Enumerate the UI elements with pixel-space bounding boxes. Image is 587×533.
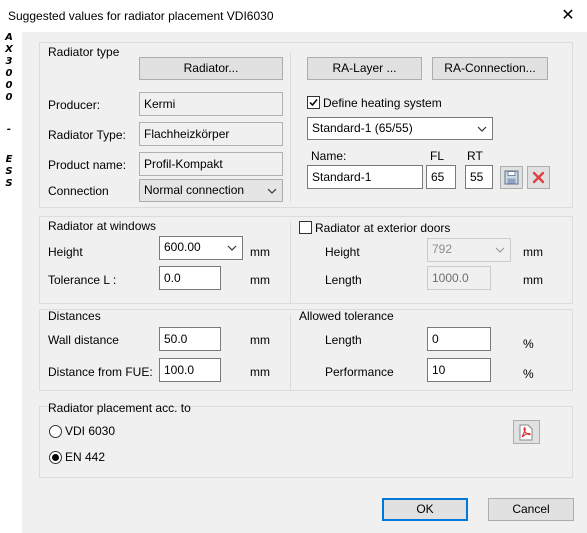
window-title: Suggested values for radiator placement … [8, 9, 274, 23]
heating-system-value: Standard-1 (65/55) [312, 121, 413, 135]
en442-radio[interactable] [49, 451, 62, 464]
radio-selected-dot [52, 454, 59, 461]
rt-label: RT [467, 149, 483, 163]
doors-height-value: 792 [432, 242, 453, 256]
pdf-button[interactable] [513, 420, 540, 444]
product-name-label: Product name: [48, 158, 127, 172]
windows-height-value: 600.00 [164, 240, 201, 254]
radiator-type-field: Flachheizkörper [139, 122, 283, 146]
exterior-doors-checkbox[interactable] [299, 221, 312, 234]
placement-heading: Radiator placement acc. to [48, 401, 191, 415]
windows-height-dropdown[interactable]: 600.00 [159, 236, 243, 260]
connection-dropdown[interactable]: Normal connection [139, 179, 283, 202]
side-letter: A [5, 32, 13, 43]
windows-heading: Radiator at windows [48, 219, 157, 233]
connection-label: Connection [48, 184, 109, 198]
close-icon[interactable]: ✕ [558, 6, 578, 26]
cancel-button[interactable]: Cancel [488, 498, 574, 521]
tolerance-label: Tolerance L : [48, 273, 117, 287]
side-letter: S [5, 178, 13, 189]
chevron-down-icon [495, 239, 505, 253]
placement-group [39, 406, 573, 478]
group-divider [290, 52, 291, 202]
fue-distance-input[interactable]: 100.0 [159, 358, 221, 382]
group-divider [290, 314, 291, 391]
delete-heating-button[interactable] [527, 166, 550, 189]
save-icon [504, 170, 519, 185]
tolerance-length-input[interactable]: 0 [427, 327, 491, 351]
doors-height-label: Height [325, 245, 360, 259]
rt-input[interactable]: 55 [465, 165, 493, 189]
performance-unit: % [523, 367, 534, 381]
radiator-type-heading: Radiator type [48, 45, 120, 59]
doors-length-input[interactable]: 1000.0 [427, 266, 491, 290]
heating-name-input[interactable]: Standard-1 [307, 165, 423, 189]
side-letter: E [5, 154, 13, 165]
define-heating-checkbox[interactable] [307, 96, 320, 109]
wall-distance-label: Wall distance [48, 333, 119, 347]
vdi6030-label: VDI 6030 [65, 424, 116, 438]
distances-heading: Distances [48, 309, 101, 323]
ok-button[interactable]: OK [382, 498, 468, 521]
tolerance-length-unit: % [523, 337, 534, 351]
radiator-type-label: Radiator Type: [48, 128, 126, 142]
tolerance-input[interactable]: 0.0 [159, 266, 221, 290]
side-letter: S [5, 166, 13, 177]
radiator-button[interactable]: Radiator... [139, 57, 283, 80]
performance-input[interactable]: 10 [427, 358, 491, 382]
windows-height-unit: mm [250, 245, 270, 259]
heating-system-dropdown[interactable]: Standard-1 (65/55) [307, 117, 493, 140]
producer-field: Kermi [139, 92, 283, 116]
vdi6030-radio[interactable] [49, 425, 62, 438]
name-label: Name: [311, 149, 347, 163]
fl-label: FL [430, 149, 445, 163]
en442-label: EN 442 [65, 450, 106, 464]
side-letter: 0 [5, 92, 13, 103]
doors-length-label: Length [325, 273, 362, 287]
chevron-down-icon [227, 237, 237, 251]
side-letter: X [5, 44, 13, 55]
side-letter: 3 [5, 56, 13, 67]
product-name-field: Profil-Kompakt [139, 152, 283, 176]
tolerance-unit: mm [250, 273, 270, 287]
connection-value: Normal connection [144, 183, 245, 197]
doors-length-unit: mm [523, 273, 543, 287]
ra-layer-button[interactable]: RA-Layer ... [307, 57, 422, 80]
side-strip: A X 3 0 0 0 - E S S [0, 32, 22, 533]
pdf-icon [519, 424, 533, 441]
fue-distance-unit: mm [250, 365, 270, 379]
define-heating-label: Define heating system [323, 96, 442, 110]
producer-label: Producer: [48, 98, 101, 112]
side-letter: 0 [5, 68, 13, 79]
fue-distance-label: Distance from FUE: [48, 365, 153, 379]
allowed-tolerance-heading: Allowed tolerance [299, 309, 394, 323]
side-letter: 0 [5, 80, 13, 91]
title-bar: Suggested values for radiator placement … [0, 0, 587, 32]
group-divider [290, 222, 291, 304]
wall-distance-input[interactable]: 50.0 [159, 327, 221, 351]
ra-connection-button[interactable]: RA-Connection... [432, 57, 548, 80]
chevron-down-icon [477, 118, 487, 132]
chevron-down-icon [267, 180, 277, 194]
doors-height-unit: mm [523, 245, 543, 259]
exterior-doors-label: Radiator at exterior doors [315, 221, 451, 235]
windows-height-label: Height [48, 245, 83, 259]
performance-label: Performance [325, 365, 394, 379]
tolerance-length-label: Length [325, 333, 362, 347]
fl-input[interactable]: 65 [426, 165, 456, 189]
wall-distance-unit: mm [250, 333, 270, 347]
checkmark-icon [309, 99, 318, 107]
doors-height-dropdown[interactable]: 792 [427, 238, 511, 262]
delete-icon [532, 171, 545, 184]
save-heating-button[interactable] [500, 166, 523, 189]
side-letter: - [6, 124, 12, 135]
